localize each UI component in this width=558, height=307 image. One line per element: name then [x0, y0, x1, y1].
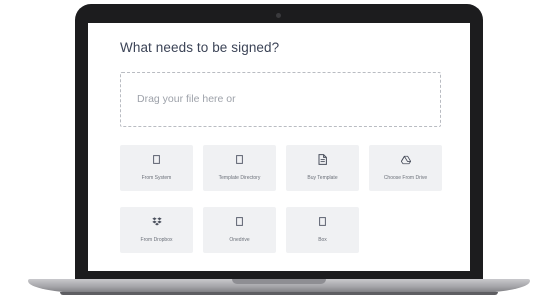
camera-dot: [276, 13, 281, 18]
dropzone-text: Drag your file here or: [137, 93, 236, 105]
page-title: What needs to be signed?: [120, 40, 280, 55]
dropbox-icon: [151, 216, 162, 227]
source-label: From Dropbox: [140, 237, 173, 243]
source-label: Template Directory: [218, 175, 261, 181]
document-icon: [318, 154, 328, 165]
source-label: Box: [318, 237, 327, 243]
source-from-system-button[interactable]: From System: [120, 145, 193, 191]
source-label: Choose From Drive: [383, 175, 428, 181]
file-icon: [235, 216, 245, 227]
file-icon: [318, 216, 328, 227]
source-label: Onedrive: [229, 237, 250, 243]
laptop-base-shadow: [60, 292, 498, 295]
source-from-dropbox-button[interactable]: From Dropbox: [120, 207, 193, 253]
source-choose-from-drive-button[interactable]: Choose From Drive: [369, 145, 442, 191]
laptop-notch: [232, 279, 326, 284]
source-label: From System: [141, 175, 172, 181]
source-buy-template-button[interactable]: Buy Template: [286, 145, 359, 191]
file-dropzone[interactable]: Drag your file here or: [120, 72, 441, 127]
file-icon: [235, 154, 245, 165]
source-template-directory-button[interactable]: Template Directory: [203, 145, 276, 191]
laptop-mockup: What needs to be signed? Drag your file …: [0, 0, 558, 307]
source-label: Buy Template: [307, 175, 338, 181]
google-drive-icon: [400, 154, 411, 165]
source-box-button[interactable]: Box: [286, 207, 359, 253]
source-onedrive-button[interactable]: Onedrive: [203, 207, 276, 253]
file-icon: [152, 154, 162, 165]
laptop-screen: What needs to be signed? Drag your file …: [88, 23, 470, 271]
